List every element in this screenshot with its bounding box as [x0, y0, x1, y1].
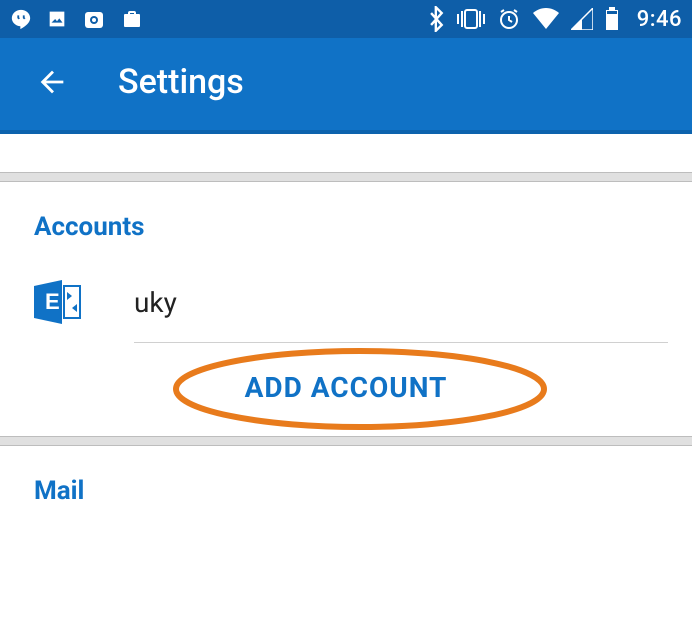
accounts-section-header: Accounts — [0, 182, 692, 270]
section-divider — [0, 436, 692, 446]
exchange-icon: E — [34, 280, 90, 324]
svg-text:E: E — [45, 289, 60, 314]
add-account-button[interactable]: ADD ACCOUNT — [215, 363, 478, 412]
mail-section-header: Mail — [0, 446, 692, 534]
picture-icon — [46, 8, 68, 30]
hangouts-icon — [10, 8, 32, 30]
cell-signal-icon — [571, 8, 593, 30]
android-status-bar: 9:46 — [0, 0, 692, 38]
back-arrow-icon — [35, 65, 69, 99]
app-bar: Settings — [0, 38, 692, 134]
wifi-icon — [533, 8, 559, 30]
spacer — [0, 134, 692, 172]
vibrate-icon — [457, 8, 485, 30]
camera-icon — [82, 7, 106, 31]
briefcase-check-icon — [120, 7, 144, 31]
account-name: uky — [134, 286, 177, 319]
back-button[interactable] — [30, 60, 74, 104]
battery-icon — [605, 7, 619, 31]
bluetooth-icon — [429, 6, 445, 32]
section-divider — [0, 172, 692, 182]
status-clock: 9:46 — [637, 7, 682, 32]
row-divider — [134, 342, 668, 343]
alarm-icon — [497, 7, 521, 31]
page-title: Settings — [118, 62, 244, 102]
account-row-uky[interactable]: E uky — [0, 270, 692, 342]
add-account-row: ADD ACCOUNT — [0, 363, 692, 412]
